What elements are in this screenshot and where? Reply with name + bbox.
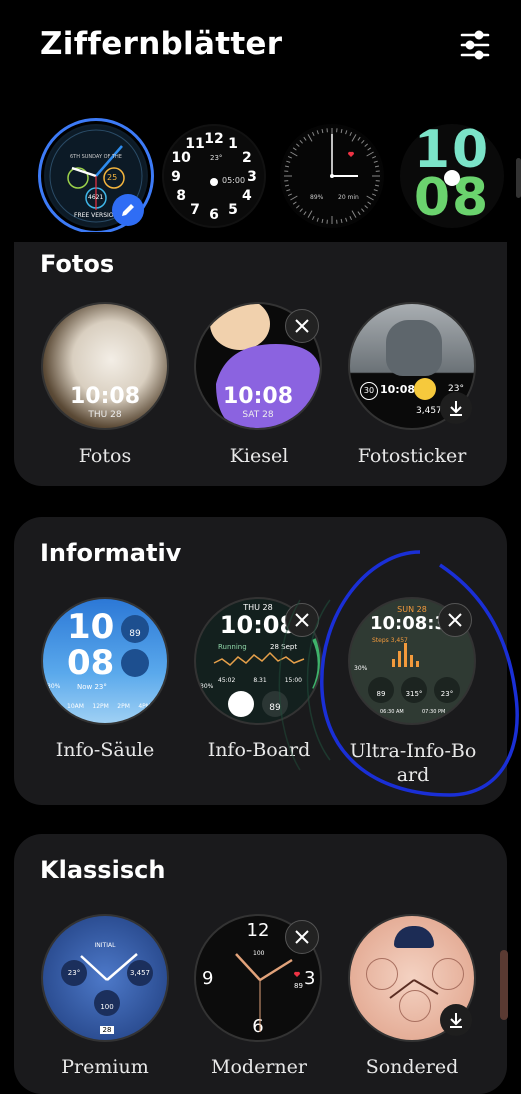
- remove-button[interactable]: [285, 309, 319, 343]
- run-complication: [228, 691, 254, 717]
- battery-pct: 30%: [354, 665, 367, 672]
- face-label: Info-Board: [184, 739, 334, 761]
- hr-value: 89: [294, 982, 303, 990]
- face-steps: 3,457: [416, 406, 442, 416]
- hour-label: 10AM: [67, 703, 84, 710]
- dial-number: 10: [171, 150, 191, 166]
- face3-battery: 89%: [310, 194, 323, 201]
- face3-minutes: 20 min: [338, 194, 359, 201]
- settings-sliders-icon[interactable]: [458, 28, 492, 62]
- sticker-badge: 30: [360, 382, 378, 400]
- section-fotos: Fotos 10:08 THU 28 Fotos 10:08 SAT 28 Ki…: [14, 242, 507, 486]
- battery-pct: 30%: [200, 683, 213, 690]
- dial-number: 7: [190, 202, 200, 218]
- hour-label: 12PM: [92, 703, 108, 710]
- close-icon: [294, 318, 310, 334]
- dial-number: 4: [242, 188, 252, 204]
- section-klassisch: Klassisch INITIAL 23° 3,457 100 28 Premi…: [14, 834, 507, 1094]
- face-time: 10:08: [43, 384, 167, 409]
- remove-button[interactable]: [285, 603, 319, 637]
- stat-value: 8.31: [253, 677, 266, 684]
- steps-value: 100: [253, 950, 264, 957]
- face-label: Sondered: [337, 1056, 487, 1078]
- face4-flower-icon: [444, 170, 460, 186]
- dial-number: 3: [247, 169, 257, 185]
- hourly-forecast: 10AM 12PM 2PM 4PM: [67, 703, 151, 710]
- dial-number: 1: [228, 136, 238, 152]
- battery-pct: 30%: [47, 683, 60, 690]
- section-title-fotos: Fotos: [40, 250, 114, 278]
- stat-value: 15:00: [285, 677, 302, 684]
- face2-weather: 23°: [210, 154, 222, 162]
- hr-complication: 89: [262, 691, 288, 717]
- face-label: Info-Säule: [30, 739, 180, 761]
- download-icon: [448, 400, 464, 416]
- dial-number: 6: [209, 207, 219, 223]
- ultra-complications: 89 315° 23°: [368, 677, 460, 703]
- hour-label: 4PM: [138, 703, 151, 710]
- watch-face-4[interactable]: 10 08: [400, 124, 504, 228]
- stat-value: 45:02: [218, 677, 235, 684]
- scroll-peek-face: [500, 950, 508, 1020]
- emoji-sticker: [414, 378, 436, 400]
- face-hour: 10: [67, 607, 114, 647]
- now-weather: Now 23°: [77, 683, 107, 691]
- face1-top-line: 6TH SUNDAY OF THE: [44, 154, 148, 160]
- face-label: Ultra-Info-Board: [348, 739, 478, 787]
- dial-number: 5: [228, 202, 238, 218]
- face-time: 10:08: [196, 384, 320, 409]
- face-premium[interactable]: INITIAL 23° 3,457 100 28: [41, 914, 169, 1042]
- next-face-peek[interactable]: [516, 158, 521, 198]
- face-label: Premium: [30, 1056, 180, 1078]
- face-fotos[interactable]: 10:08 THU 28: [41, 302, 169, 430]
- hour-label: 2PM: [117, 703, 130, 710]
- board-stats: 45:02 8.31 15:00: [218, 677, 302, 684]
- face-label: Kiesel: [184, 445, 334, 467]
- comp-value: 23°: [434, 677, 460, 703]
- comp-value: 89: [368, 677, 394, 703]
- face-date: SAT 28: [196, 410, 320, 420]
- close-icon: [294, 929, 310, 945]
- sunrise: 06:30 AM: [380, 709, 404, 715]
- face-label: Moderner: [184, 1056, 334, 1078]
- face-label: Fotos: [30, 445, 180, 467]
- dial-number: 2: [242, 150, 252, 166]
- page-title: Ziffernblätter: [40, 26, 282, 62]
- face-time: 10:08: [380, 383, 415, 396]
- face1-val: 25: [107, 173, 117, 182]
- close-icon: [447, 612, 463, 628]
- sunset: 07:30 PM: [422, 709, 445, 715]
- download-icon: [448, 1012, 464, 1028]
- edit-face-button[interactable]: [112, 194, 144, 226]
- download-button[interactable]: [440, 1004, 472, 1036]
- section-title-informativ: Informativ: [40, 539, 181, 567]
- installed-faces-carousel[interactable]: 6TH SUNDAY OF THE 25 4621 FREE VERSION 1…: [0, 118, 521, 238]
- dial-number: 12: [204, 131, 223, 147]
- date-window: 28: [100, 1026, 114, 1034]
- dial-number: 8: [176, 188, 186, 204]
- remove-button[interactable]: [438, 603, 472, 637]
- comp-value: 315°: [401, 677, 427, 703]
- pencil-icon: [120, 202, 136, 218]
- hr-complication: 89: [121, 615, 149, 643]
- face-date: THU 28: [43, 410, 167, 420]
- face-minute: 08: [67, 643, 114, 683]
- watch-face-3[interactable]: 89% 20 min: [280, 124, 384, 228]
- cat-photo: [386, 320, 442, 376]
- remove-button[interactable]: [285, 920, 319, 954]
- close-icon: [294, 612, 310, 628]
- dial-number: 9: [171, 169, 181, 185]
- face1-val: 4621: [88, 194, 103, 201]
- section-informativ: Informativ 10 08 89 Now 23° 30% 10AM 12P…: [14, 517, 507, 805]
- watch-face-2[interactable]: 12 12 3 45678 9 1011 23° 05:00: [162, 124, 266, 228]
- bike-complication: [121, 649, 149, 677]
- dial-number: 11: [185, 136, 204, 152]
- face2-time: 05:00: [222, 176, 245, 185]
- download-button[interactable]: [440, 392, 472, 424]
- face-info-saeule[interactable]: 10 08 89 Now 23° 30% 10AM 12PM 2PM 4PM: [41, 597, 169, 725]
- face-label: Fotosticker: [337, 445, 487, 467]
- section-title-klassisch: Klassisch: [40, 856, 165, 884]
